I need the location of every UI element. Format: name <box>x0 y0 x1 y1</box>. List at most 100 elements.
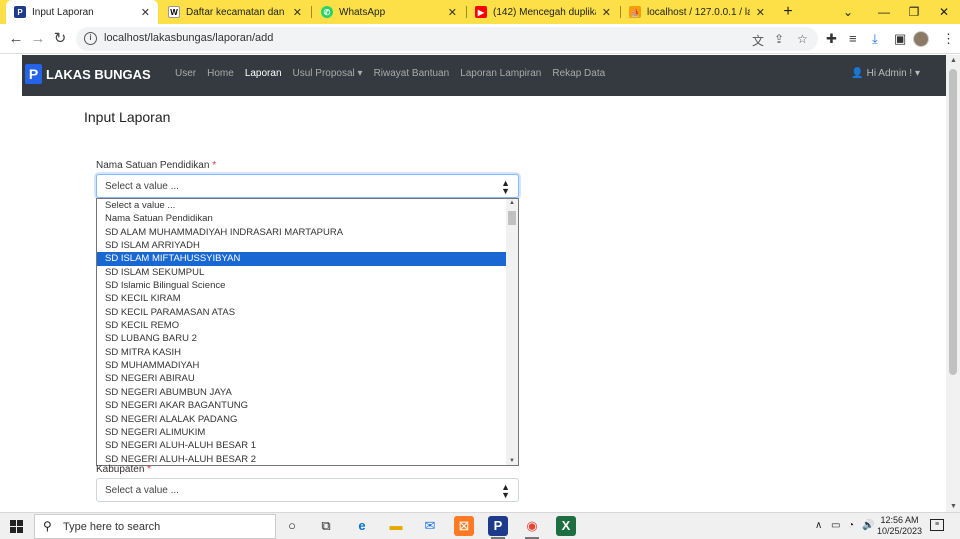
tab-title: localhost / 127.0.0.1 / lakas_ <box>647 6 750 18</box>
dropdown-option[interactable]: SD Islamic Bilingual Science <box>97 279 507 292</box>
dropdown-option[interactable]: SD ISLAM MIFTAHUSSYIBYAN <box>97 252 507 266</box>
school-dropdown-list[interactable]: Select a value ... Nama Satuan Pendidikan… <box>96 198 519 466</box>
whatsapp-icon: ✆ <box>321 6 333 18</box>
volume-icon[interactable]: 🔊 <box>862 520 874 531</box>
tab-search-icon[interactable]: ⌄ <box>830 0 866 24</box>
site-info-icon[interactable]: i <box>84 32 97 45</box>
dropdown-option[interactable]: SD NEGERI AKAR BAGANTUNG <box>97 399 507 412</box>
address-bar[interactable]: i localhost/lakasbungas/laporan/add 文 ⇪ … <box>76 27 818 51</box>
nav-usul-proposal[interactable]: Usul Proposal ▾ <box>293 68 363 79</box>
tab-phpmyadmin[interactable]: ⛵ localhost / 127.0.0.1 / lakas_ ✕ <box>621 0 773 24</box>
share-icon[interactable]: ⇪ <box>774 32 784 46</box>
scroll-up-icon[interactable]: ▲ <box>509 200 515 206</box>
nav-user[interactable]: User <box>175 68 196 79</box>
taskbar-search[interactable]: ⚲ Type here to search <box>34 514 276 539</box>
tab-youtube[interactable]: ▶ (142) Mencegah duplikasi isi ✕ <box>467 0 619 24</box>
browser-tab-strip: P Input Laporan ✕ W Daftar kecamatan dan… <box>0 0 960 24</box>
close-icon[interactable]: ✕ <box>448 6 457 19</box>
browser-toolbar: ← → ↻ i localhost/lakasbungas/laporan/ad… <box>0 24 960 54</box>
tab-whatsapp[interactable]: ✆ WhatsApp ✕ <box>313 0 465 24</box>
edge-icon[interactable]: e <box>352 516 372 536</box>
scroll-down-icon[interactable]: ▼ <box>950 503 957 510</box>
close-icon[interactable]: ✕ <box>141 6 150 19</box>
url-text[interactable]: localhost/lakasbungas/laporan/add <box>104 32 273 44</box>
file-explorer-icon[interactable]: ▬ <box>386 516 406 536</box>
nav-laporan[interactable]: Laporan <box>245 68 282 79</box>
dropdown-option[interactable]: SD LUBANG BARU 2 <box>97 332 507 345</box>
school-select[interactable]: Select a value ... ▲ ▼ <box>96 174 519 198</box>
back-arrow-icon[interactable]: ← <box>6 29 26 49</box>
bookmark-star-icon[interactable]: ☆ <box>797 32 808 46</box>
close-icon[interactable]: ✕ <box>293 6 302 19</box>
close-icon[interactable]: ✕ <box>602 6 611 19</box>
tray-chevron-icon[interactable]: ∧ <box>815 520 822 531</box>
kabupaten-select-value: Select a value ... <box>105 485 179 496</box>
media-control-icon[interactable]: ≡ <box>849 31 857 46</box>
reload-icon[interactable]: ↻ <box>50 29 70 49</box>
dropdown-option[interactable]: SD ALAM MUHAMMADIYAH INDRASARI MARTAPURA <box>97 226 507 239</box>
dropdown-option[interactable]: SD NEGERI ALUH-ALUH BESAR 1 <box>97 439 507 452</box>
battery-icon[interactable]: ▭ <box>831 520 840 531</box>
dropdown-option[interactable]: Select a value ... <box>97 199 507 212</box>
dropdown-option[interactable]: SD NEGERI ALUH-ALUH BESAR 2 <box>97 453 507 465</box>
dropdown-option[interactable]: SD NEGERI ABUMBUN JAYA <box>97 386 507 399</box>
wikipedia-icon: W <box>168 6 180 18</box>
download-icon[interactable]: ⤓ <box>872 31 878 47</box>
tab-wikipedia[interactable]: W Daftar kecamatan dan kelurahan ✕ <box>160 0 310 24</box>
dropdown-option[interactable]: SD MUHAMMADIYAH <box>97 359 507 372</box>
phpmyadmin-icon: ⛵ <box>629 6 641 18</box>
task-view-icon[interactable]: ⧉ <box>316 516 336 536</box>
search-icon: ⚲ <box>43 519 52 533</box>
scrollbar-thumb[interactable] <box>508 211 516 225</box>
dropdown-option[interactable]: SD NEGERI ABIRAU <box>97 372 507 385</box>
mail-icon[interactable]: ✉ <box>420 516 440 536</box>
nav-laporan-lampiran[interactable]: Laporan Lampiran <box>460 68 541 79</box>
chrome-icon[interactable]: ◉ <box>522 516 542 539</box>
clock-date: 10/25/2023 <box>877 526 923 536</box>
dropdown-option[interactable]: SD NEGERI ALIMUKIM <box>97 426 507 439</box>
dropdown-option[interactable]: SD NEGERI ALALAK PADANG <box>97 413 507 426</box>
profile-avatar[interactable] <box>913 31 929 47</box>
scroll-up-icon[interactable]: ▲ <box>950 57 957 64</box>
nav-rekap-data[interactable]: Rekap Data <box>552 68 605 79</box>
translate-icon[interactable]: 文 <box>752 32 764 49</box>
user-menu[interactable]: 👤 Hi Admin ! ▾ <box>851 68 920 79</box>
cortana-icon[interactable]: ○ <box>282 516 302 536</box>
windows-taskbar: ⚲ Type here to search ○ ⧉ e ▬ ✉ ⊠ P ◉ X … <box>0 512 960 539</box>
window-close-icon[interactable]: ✕ <box>926 0 960 24</box>
xampp-icon[interactable]: ⊠ <box>454 516 474 536</box>
new-tab-button[interactable]: + <box>778 2 798 22</box>
close-icon[interactable]: ✕ <box>756 6 765 19</box>
side-panel-icon[interactable]: ▣ <box>894 31 906 47</box>
extensions-puzzle-icon[interactable]: ✚ <box>826 31 837 47</box>
dropdown-option[interactable]: SD KECIL PARAMASAN ATAS <box>97 306 507 319</box>
required-mark: * <box>212 160 217 171</box>
scrollbar-thumb[interactable] <box>949 69 957 375</box>
dropdown-option[interactable]: SD ISLAM SEKUMPUL <box>97 266 507 279</box>
school-label-text: Nama Satuan Pendidikan <box>96 160 210 171</box>
school-select-value: Select a value ... <box>105 181 179 192</box>
dropdown-option[interactable]: SD KECIL KIRAM <box>97 292 507 305</box>
dropdown-option[interactable]: SD ISLAM ARRIYADH <box>97 239 507 252</box>
p-app-icon[interactable]: P <box>488 516 508 539</box>
wifi-icon[interactable]: ◔ <box>848 520 854 531</box>
browser-menu-icon[interactable]: ⋮ <box>942 31 955 47</box>
excel-icon[interactable]: X <box>556 516 576 536</box>
tab-input-laporan[interactable]: P Input Laporan ✕ <box>6 0 158 24</box>
taskbar-clock[interactable]: 12:56 AM 10/25/2023 <box>877 515 922 537</box>
main-nav: User Home Laporan Usul Proposal ▾ Riwaya… <box>175 68 616 79</box>
kabupaten-select[interactable]: Select a value ... ▲ ▼ <box>96 478 519 502</box>
sort-caret-icon: ▲ ▼ <box>501 178 510 196</box>
brand[interactable]: P LAKAS BUNGAS <box>25 64 151 84</box>
dropdown-option[interactable]: SD KECIL REMO <box>97 319 507 332</box>
windows-start-icon[interactable] <box>10 520 23 533</box>
page-scrollbar[interactable]: ▲ ▼ <box>946 55 960 512</box>
forward-arrow-icon[interactable]: → <box>28 29 48 49</box>
dropdown-option[interactable]: Nama Satuan Pendidikan <box>97 212 507 225</box>
nav-riwayat-bantuan[interactable]: Riwayat Bantuan <box>374 68 450 79</box>
dropdown-scrollbar[interactable]: ▲ ▼ <box>506 199 518 465</box>
dropdown-option[interactable]: SD MITRA KASIH <box>97 346 507 359</box>
notification-icon[interactable]: ≡ <box>930 519 944 531</box>
scroll-down-icon[interactable]: ▼ <box>509 458 515 464</box>
nav-home[interactable]: Home <box>207 68 234 79</box>
